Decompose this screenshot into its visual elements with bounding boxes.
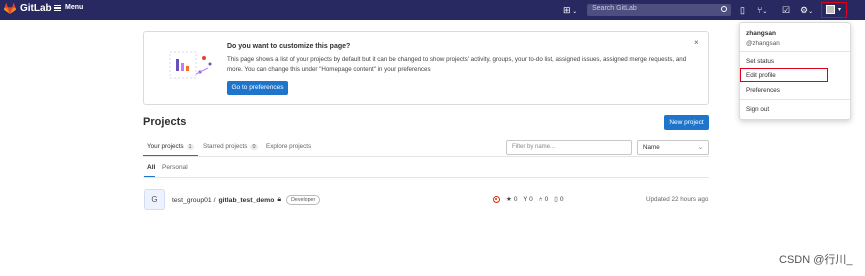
sign-out-item[interactable]: Sign out [746, 106, 769, 113]
star-icon: ★ [506, 196, 512, 203]
merge-requests-stat[interactable]: ⑃ 0 [539, 196, 549, 203]
tab-label: Starred projects [203, 143, 248, 150]
project-namespace: test_group01 / [172, 196, 216, 204]
todo-nav-icon[interactable]: ☑ [782, 4, 790, 16]
avatar [826, 5, 835, 14]
divider [740, 51, 850, 52]
chevron-down-icon: ⌄ [570, 9, 578, 15]
chevron-down-icon: ▾ [838, 7, 842, 13]
tab-label: Your projects [147, 143, 184, 150]
projects-tabs: Your projects 1 Starred projects 0 Explo… [143, 138, 503, 156]
issues-nav-icon[interactable]: ▯ [740, 4, 745, 16]
role-badge: Developer [286, 195, 321, 205]
tab-your-projects[interactable]: Your projects 1 [147, 143, 194, 150]
go-to-preferences-button[interactable]: Go to preferences [227, 81, 288, 95]
gitlab-logo-icon [4, 3, 16, 14]
banner-title: Do you want to customize this page? [227, 43, 351, 50]
subtab-personal[interactable]: Personal [162, 164, 188, 171]
project-stats: ★ 0 Ү0 ⑃ 0 ▯ 0 [493, 195, 563, 203]
tab-starred-projects[interactable]: Starred projects 0 [203, 143, 258, 150]
help-nav-icon[interactable]: ⚙⌄ [800, 4, 813, 18]
stars-stat[interactable]: ★ 0 [506, 195, 518, 204]
issues-stat[interactable]: ▯ 0 [554, 195, 564, 204]
tab-label: Explore projects [266, 143, 312, 150]
divider [143, 156, 709, 157]
filter-by-name-input[interactable]: Filter by name... [506, 140, 632, 155]
new-item-dropdown[interactable]: ⊞ ⌄ [563, 4, 577, 18]
search-input[interactable]: Search GitLab [587, 4, 731, 16]
issues-icon: ▯ [554, 196, 558, 203]
user-avatar-button[interactable]: ▾ [821, 2, 847, 18]
merge-requests-count: 0 [544, 195, 549, 203]
menu-button[interactable]: Menu [54, 4, 83, 11]
tab-count: 0 [250, 143, 258, 150]
hamburger-icon [54, 4, 61, 11]
fork-icon: Ү [523, 195, 528, 203]
project-name-link[interactable]: test_group01 / gitlab_test_demo 🔒︎ Devel… [172, 195, 321, 205]
top-navbar [0, 0, 865, 20]
menu-label: Menu [65, 4, 84, 11]
project-name: gitlab_test_demo [218, 196, 275, 204]
new-project-button[interactable]: New project [664, 115, 709, 130]
forks-stat[interactable]: Ү0 [523, 196, 532, 203]
project-avatar[interactable]: G [144, 189, 165, 210]
user-handle: @zhangsan [746, 40, 780, 47]
forks-count: 0 [529, 195, 533, 203]
divider [143, 177, 709, 178]
search-placeholder: Search GitLab [592, 5, 637, 12]
merge-requests-nav-icon[interactable]: ⑂⌄ [757, 4, 767, 18]
filter-placeholder: Filter by name... [512, 144, 556, 150]
brand-name: GitLab [20, 3, 52, 14]
sort-value: Name [643, 144, 660, 151]
search-icon [721, 6, 727, 12]
stars-count: 0 [513, 195, 518, 203]
edit-profile-highlight [740, 68, 828, 82]
chevron-down-icon: ⌄ [697, 144, 703, 151]
subtab-all[interactable]: All [147, 164, 155, 171]
banner-text: This page shows a list of your projects … [227, 56, 687, 73]
merge-request-icon: ⑃ [538, 195, 543, 203]
set-status-item[interactable]: Set status [746, 58, 774, 65]
pipeline-status-icon[interactable] [493, 195, 500, 203]
watermark: CSDN @行川_ [779, 254, 853, 266]
page-title: Projects [143, 116, 187, 128]
sort-dropdown[interactable]: Name ⌄ [637, 140, 709, 155]
tab-explore-projects[interactable]: Explore projects [266, 143, 311, 150]
lock-icon: 🔒︎ [277, 196, 282, 203]
customize-illustration-icon [169, 51, 212, 79]
issues-count: 0 [559, 195, 564, 203]
gitlab-logo-link[interactable]: GitLab [4, 3, 52, 14]
plus-square-icon: ⊞ [563, 5, 571, 15]
tab-count: 1 [186, 143, 194, 150]
divider [740, 99, 850, 100]
user-display-name: zhangsan [746, 30, 776, 37]
updated-time: Updated 22 hours ago [646, 196, 709, 203]
close-icon[interactable]: × [694, 38, 699, 47]
preferences-item[interactable]: Preferences [746, 87, 780, 94]
